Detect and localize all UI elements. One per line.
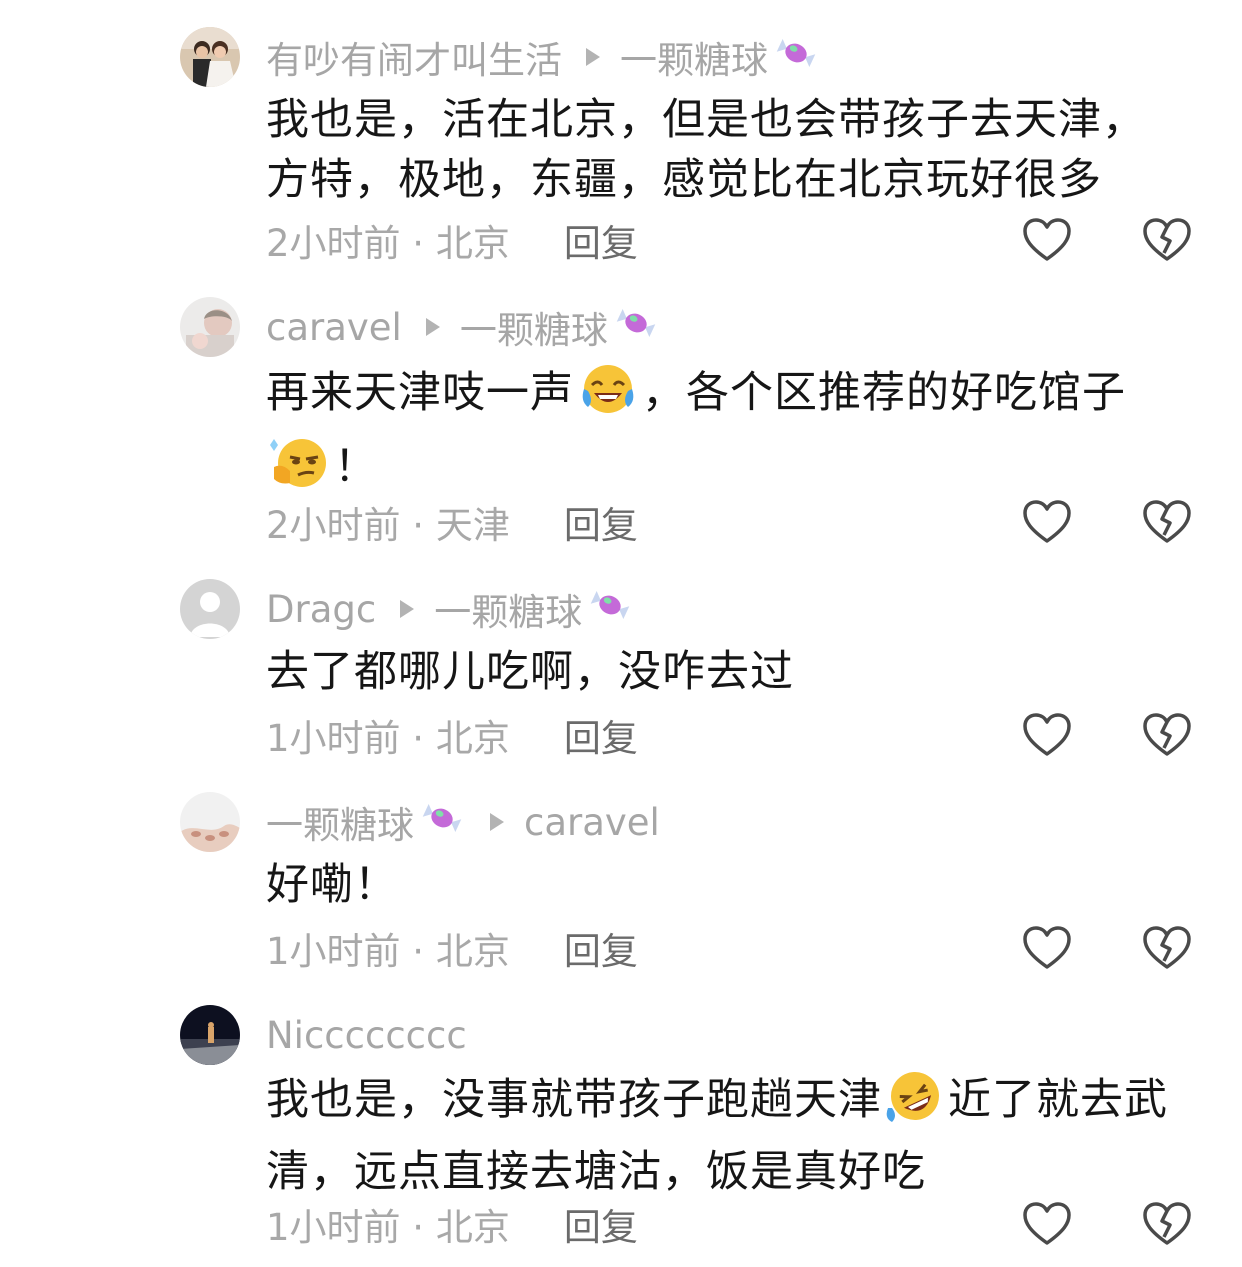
comment-meta: 一颗糖球 caravel xyxy=(266,792,660,852)
comment-text-line: 方特，极地，东疆，感觉比在北京玩好很多 xyxy=(266,155,1102,205)
comment-meta: Nicccccccc xyxy=(266,1005,467,1065)
heart-icon[interactable] xyxy=(1022,499,1072,545)
reply-arrow-icon xyxy=(400,600,415,618)
author-name[interactable]: Nicccccccc xyxy=(266,1014,467,1057)
candy-icon xyxy=(772,36,820,79)
reply-arrow-icon xyxy=(425,318,440,336)
rolling-laughing-emoji xyxy=(884,1068,946,1141)
comment-footer: 2小时前 · 天津 回复 xyxy=(266,492,638,552)
avatar[interactable] xyxy=(180,579,240,639)
comment-footer: 1小时前 · 北京 回复 xyxy=(266,705,638,765)
comment-text-part: 近了就去武 xyxy=(948,1075,1168,1125)
comment-meta: caravel 一颗糖球 xyxy=(266,297,660,357)
comment-text: 我也是，活在北京，但是也会带孩子去天津， 方特，极地，东疆，感觉比在北京玩好很多 xyxy=(266,90,1196,210)
comment-text: 我也是，没事就带孩子跑趟天津 近了就去武 清，远点直接去塘沽，饭是真好吃 xyxy=(266,1068,1196,1203)
candy-icon xyxy=(418,801,466,844)
reply-arrow-icon xyxy=(490,813,504,831)
reply-to-name[interactable]: 一颗糖球 xyxy=(434,582,582,636)
comment-text-part: ！ xyxy=(334,442,378,492)
comment-footer: 1小时前 · 北京 回复 xyxy=(266,918,638,978)
time-location: 1小时前 · 北京 xyxy=(266,1206,510,1249)
reply-to-name[interactable]: 一颗糖球 xyxy=(620,30,768,84)
tears-of-joy-emoji xyxy=(576,361,640,435)
reply-to-name[interactable]: 一颗糖球 xyxy=(460,300,608,354)
heart-icon[interactable] xyxy=(1022,925,1072,971)
reply-button[interactable]: 回复 xyxy=(564,1197,638,1251)
author-name[interactable]: Dragc xyxy=(266,588,376,631)
reply-to-name[interactable]: caravel xyxy=(524,801,660,844)
comment-footer: 1小时前 · 北京 回复 xyxy=(266,1194,638,1254)
comment-text-part: 再来天津吱一声 xyxy=(266,368,574,418)
comment-text-part: 我也是，没事就带孩子跑趟天津 xyxy=(266,1075,882,1125)
comment-text-line: 去了都哪儿吃啊，没咋去过 xyxy=(266,647,794,697)
comment-text: 好嘞！ xyxy=(266,855,1196,915)
time-location: 1小时前 · 北京 xyxy=(266,930,510,973)
candy-icon xyxy=(586,588,634,631)
author-name[interactable]: caravel xyxy=(266,306,402,349)
comment-text-part: ，各个区推荐的好吃馆子 xyxy=(642,368,1126,418)
comment-text: 去了都哪儿吃啊，没咋去过 xyxy=(266,642,1196,702)
reply-button[interactable]: 回复 xyxy=(564,708,638,762)
heart-icon[interactable] xyxy=(1022,1201,1072,1247)
reply-button[interactable]: 回复 xyxy=(564,213,638,267)
reply-button[interactable]: 回复 xyxy=(564,921,638,975)
broken-heart-icon[interactable] xyxy=(1142,925,1192,971)
author-name[interactable]: 有吵有闹才叫生活 xyxy=(266,30,562,84)
time-location: 1小时前 · 北京 xyxy=(266,717,510,760)
comment-text: 再来天津吱一声 ，各个区推荐的好吃馆子 ！ xyxy=(266,361,1196,509)
comment-text-line: 我也是，活在北京，但是也会带孩子去天津， xyxy=(266,95,1146,145)
heart-icon[interactable] xyxy=(1022,217,1072,263)
reply-button[interactable]: 回复 xyxy=(564,495,638,549)
avatar[interactable] xyxy=(180,27,240,87)
comment-meta: 有吵有闹才叫生活 一颗糖球 xyxy=(266,27,820,87)
broken-heart-icon[interactable] xyxy=(1142,499,1192,545)
comment-meta: Dragc 一颗糖球 xyxy=(266,579,634,639)
comment-text-part: 清，远点直接去塘沽，饭是真好吃 xyxy=(266,1147,926,1197)
avatar[interactable] xyxy=(180,1005,240,1065)
avatar[interactable] xyxy=(180,297,240,357)
author-name[interactable]: 一颗糖球 xyxy=(266,795,414,849)
broken-heart-icon[interactable] xyxy=(1142,1201,1192,1247)
comment-text-line: 好嘞！ xyxy=(266,860,398,910)
heart-icon[interactable] xyxy=(1022,712,1072,758)
reply-arrow-icon xyxy=(586,48,600,66)
time-location: 2小时前 · 北京 xyxy=(266,222,510,265)
broken-heart-icon[interactable] xyxy=(1142,217,1192,263)
comment-footer: 2小时前 · 北京 回复 xyxy=(266,210,638,270)
candy-icon xyxy=(612,306,660,349)
broken-heart-icon[interactable] xyxy=(1142,712,1192,758)
time-location: 2小时前 · 天津 xyxy=(266,504,510,547)
avatar[interactable] xyxy=(180,792,240,852)
